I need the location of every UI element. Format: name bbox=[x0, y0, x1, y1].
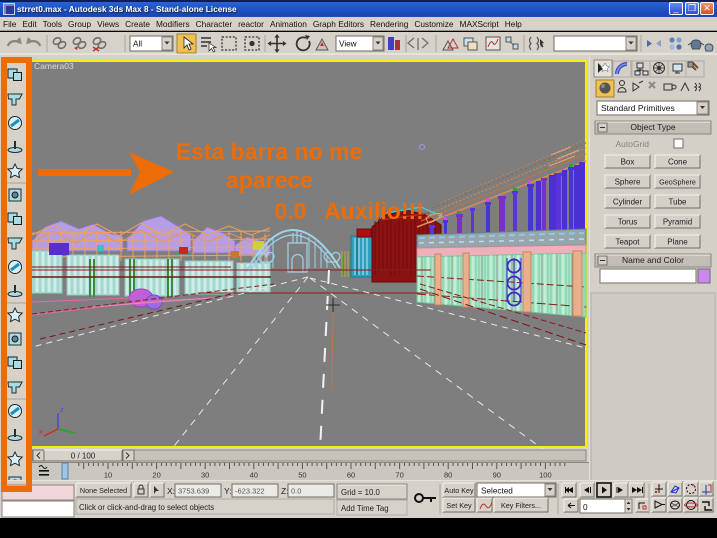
svg-text:3753.639: 3753.639 bbox=[178, 487, 209, 496]
svg-text:10: 10 bbox=[104, 471, 112, 480]
svg-text:x: x bbox=[39, 429, 43, 436]
svg-text:0 / 100: 0 / 100 bbox=[71, 452, 96, 461]
svg-text:Y:: Y: bbox=[224, 486, 232, 496]
svg-text:20: 20 bbox=[152, 471, 160, 480]
svg-text:50: 50 bbox=[298, 471, 306, 480]
svg-text:Sphere: Sphere bbox=[615, 178, 641, 187]
svg-text:Pyramid: Pyramid bbox=[663, 218, 692, 227]
svg-text:0.0: 0.0 bbox=[291, 487, 301, 496]
svg-text:Cylinder: Cylinder bbox=[613, 198, 643, 207]
svg-text:30: 30 bbox=[201, 471, 209, 480]
svg-text:60: 60 bbox=[347, 471, 355, 480]
svg-text:100: 100 bbox=[539, 471, 552, 480]
svg-text:View: View bbox=[339, 40, 357, 49]
svg-text:Torus: Torus bbox=[618, 218, 638, 227]
svg-text:Grid = 10.0: Grid = 10.0 bbox=[341, 488, 380, 497]
svg-text:80: 80 bbox=[444, 471, 452, 480]
svg-text:0: 0 bbox=[583, 503, 588, 512]
svg-text:Add Time Tag: Add Time Tag bbox=[341, 504, 389, 513]
svg-text:Click or click-and-drag to sel: Click or click-and-drag to select object… bbox=[79, 503, 214, 512]
svg-text:40: 40 bbox=[250, 471, 258, 480]
svg-text:Auto Key: Auto Key bbox=[444, 486, 474, 495]
svg-text:Standard Primitives: Standard Primitives bbox=[601, 103, 675, 113]
svg-text:All: All bbox=[133, 40, 142, 49]
svg-text:Name and Color: Name and Color bbox=[622, 255, 684, 265]
svg-text:-623.322: -623.322 bbox=[235, 487, 265, 496]
svg-text:AutoGrid: AutoGrid bbox=[615, 139, 649, 149]
svg-text:Camera03: Camera03 bbox=[34, 61, 74, 71]
svg-text:Plane: Plane bbox=[667, 238, 688, 247]
svg-text:Z:: Z: bbox=[281, 486, 289, 496]
svg-text:70: 70 bbox=[395, 471, 403, 480]
svg-text:aparece: aparece bbox=[226, 167, 313, 193]
svg-text:Teapot: Teapot bbox=[615, 238, 640, 247]
svg-text:GeoSphere: GeoSphere bbox=[659, 178, 696, 187]
svg-text:Auxilio!!!: Auxilio!!! bbox=[324, 198, 424, 224]
svg-text:Esta barra no me: Esta barra no me bbox=[176, 139, 363, 165]
svg-text:X:: X: bbox=[167, 486, 175, 496]
svg-text:z: z bbox=[60, 407, 64, 414]
svg-text:Object Type: Object Type bbox=[630, 122, 675, 132]
svg-text:Box: Box bbox=[621, 158, 635, 167]
svg-text:Selected: Selected bbox=[481, 487, 513, 496]
svg-text:90: 90 bbox=[493, 471, 501, 480]
svg-text:Tube: Tube bbox=[669, 198, 687, 207]
svg-text:Cone: Cone bbox=[668, 158, 688, 167]
svg-text:0.0: 0.0 bbox=[275, 198, 307, 224]
svg-text:Key Filters...: Key Filters... bbox=[501, 501, 541, 510]
svg-text:Set Key: Set Key bbox=[446, 501, 472, 510]
svg-text:None Selected: None Selected bbox=[80, 486, 127, 495]
